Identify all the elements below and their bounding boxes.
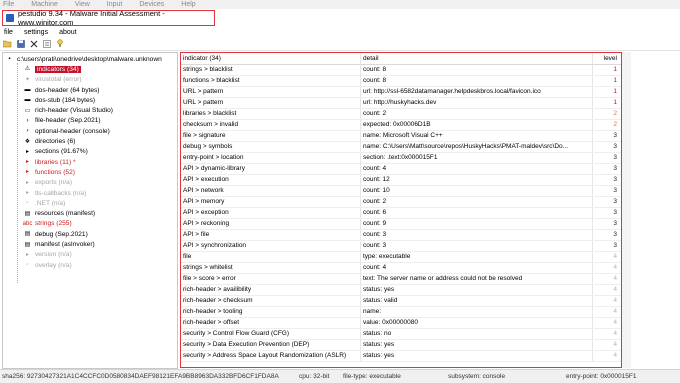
status-entry-point: entry-point: 0x000015F1 [566,373,637,380]
tree-item-label: indicators (34) [35,65,81,73]
tree-item-label: c:\users\prati\onedrive\desktop\malware.… [17,55,162,63]
vm-menu-file[interactable]: File [3,0,14,9]
version-icon: ▸ [25,251,29,258]
save-icon[interactable] [16,39,25,48]
status-cpu: cpu: 32-bit [299,373,330,380]
vm-menubar: File Machine View Input Devices Help [0,0,680,9]
tree-item[interactable]: ▸ version (n/a) [23,250,72,260]
tree-item-label: exports (n/a) [35,179,73,187]
tree-item[interactable]: ❖ directories (6) [23,136,76,146]
overlay-icon: ▫ [26,262,29,269]
tree-item[interactable]: ▫ .NET (n/a) [23,198,65,208]
dos-header-icon: ▬ [24,87,31,94]
tree-item-label: file-header (Sep.2021) [35,117,101,125]
functions-icon: ▸ [25,169,29,176]
tree-item-label: overlay (n/a) [35,261,72,269]
vm-menu-devices[interactable]: Devices [139,0,164,9]
open-folder-icon[interactable] [3,39,12,48]
tree-item-label: debug (Sep.2021) [35,230,88,238]
status-file-type: file-type: executable [343,373,401,380]
sections-icon: ▸ [25,148,29,155]
tree-item[interactable]: abc strings (255) [23,219,72,229]
dotnet-icon: ▫ [26,200,29,207]
rich-header-icon: ▭ [24,107,31,114]
title-highlight: pestudio 9.34 - Malware Initial Assessme… [2,9,215,27]
tls-callbacks-icon: ▸ [25,190,29,197]
tree-item[interactable]: ▸ functions (52) [23,167,75,177]
tree-item[interactable]: ▬ dos-stub (184 bytes) [23,95,96,105]
vm-menu-view[interactable]: View [75,0,90,9]
tree-item-label: sections (91.67%) [35,148,88,156]
manifest-icon: ▤ [24,241,31,248]
resources-icon: ▤ [24,210,31,217]
navigation-tree: ▪ c:\users\prati\onedrive\desktop\malware… [2,52,178,369]
title-bar: pestudio 9.34 - Malware Initial Assessme… [0,9,680,27]
tree-item-label: tls-callbacks (n/a) [35,189,87,197]
file-icon: ▪ [8,56,11,63]
menu-settings[interactable]: settings [24,29,48,36]
vm-menu-machine[interactable]: Machine [31,0,57,9]
app-menubar: file settings about [0,27,680,37]
vm-menu-help[interactable]: Help [181,0,195,9]
tree-item[interactable]: ▤ manifest (asInvoker) [23,239,95,249]
close-icon[interactable] [29,39,38,48]
vm-menu-input[interactable]: Input [107,0,123,9]
status-sha256: sha256: 92730427321A1C4CCFC0D0580834DAEF… [2,373,279,380]
tree-item[interactable]: › optional-header (console) [23,126,110,136]
virustotal-icon: ✦ [24,76,31,83]
tree-item-label: libraries (11) * [35,158,76,166]
tree-item-label: dos-stub (184 bytes) [35,96,96,104]
status-bar: sha256: 92730427321A1C4CCFC0D0580834DAEF… [0,369,680,383]
tree-item-label: rich-header (Visual Studio) [35,107,113,115]
window-title: pestudio 9.34 - Malware Initial Assessme… [18,9,165,27]
optional-header-icon: › [26,128,29,135]
file-header-icon: › [26,117,29,124]
pestudio-app-icon [6,14,14,22]
grid-highlight [180,52,622,368]
tree-item[interactable]: ▪ c:\users\prati\onedrive\desktop\malware… [5,54,162,64]
tree-item-label: resources (manifest) [35,210,96,218]
tree-item-label: version (n/a) [35,251,72,259]
tree-item[interactable]: ▸ exports (n/a) [23,178,72,188]
tree-item[interactable]: ▬ dos-header (64 bytes) [23,85,100,95]
dos-stub-icon: ▬ [24,97,31,104]
tree-item[interactable]: ▸ sections (91.67%) [23,147,88,157]
tree-item[interactable]: ▸ tls-callbacks (n/a) [23,188,86,198]
toolbar [0,37,680,51]
tree-item-label: .NET (n/a) [35,199,66,207]
options-icon[interactable] [42,39,51,48]
grid-scrollbar[interactable] [622,52,631,368]
tree-item[interactable]: ▭ rich-header (Visual Studio) [23,106,113,116]
menu-file[interactable]: file [4,29,13,36]
tree-item[interactable]: ▫ overlay (n/a) [23,260,72,270]
tree-item-label: strings (255) [35,220,72,228]
directories-icon: ❖ [24,138,31,145]
help-icon[interactable] [55,39,64,48]
tree-item[interactable]: › file-header (Sep.2021) [23,116,101,126]
tree-item-label: directories (6) [35,138,76,146]
tree-item[interactable]: ⚠ indicators (34) [23,64,81,74]
tree-item[interactable]: ✦ virustotal (error) [23,75,82,85]
tree-item-label: functions (52) [35,168,75,176]
exports-icon: ▸ [25,179,29,186]
menu-about[interactable]: about [59,29,77,36]
tree-item-label: virustotal (error) [35,76,82,84]
strings-icon: abc [22,220,33,227]
debug-icon: ▤ [24,231,31,238]
tree-item-label: manifest (asInvoker) [35,241,95,249]
indicators-icon: ⚠ [24,66,31,73]
tree-item-label: dos-header (64 bytes) [35,86,100,94]
tree-item[interactable]: ▸ libraries (11) * [23,157,76,167]
tree-guide-line [17,63,18,283]
tree-item[interactable]: ▤ debug (Sep.2021) [23,229,88,239]
tree-item[interactable]: ▤ resources (manifest) [23,209,95,219]
status-subsystem: subsystem: console [448,373,506,380]
tree-item-label: optional-header (console) [35,127,110,135]
libraries-icon: ▸ [25,159,29,166]
